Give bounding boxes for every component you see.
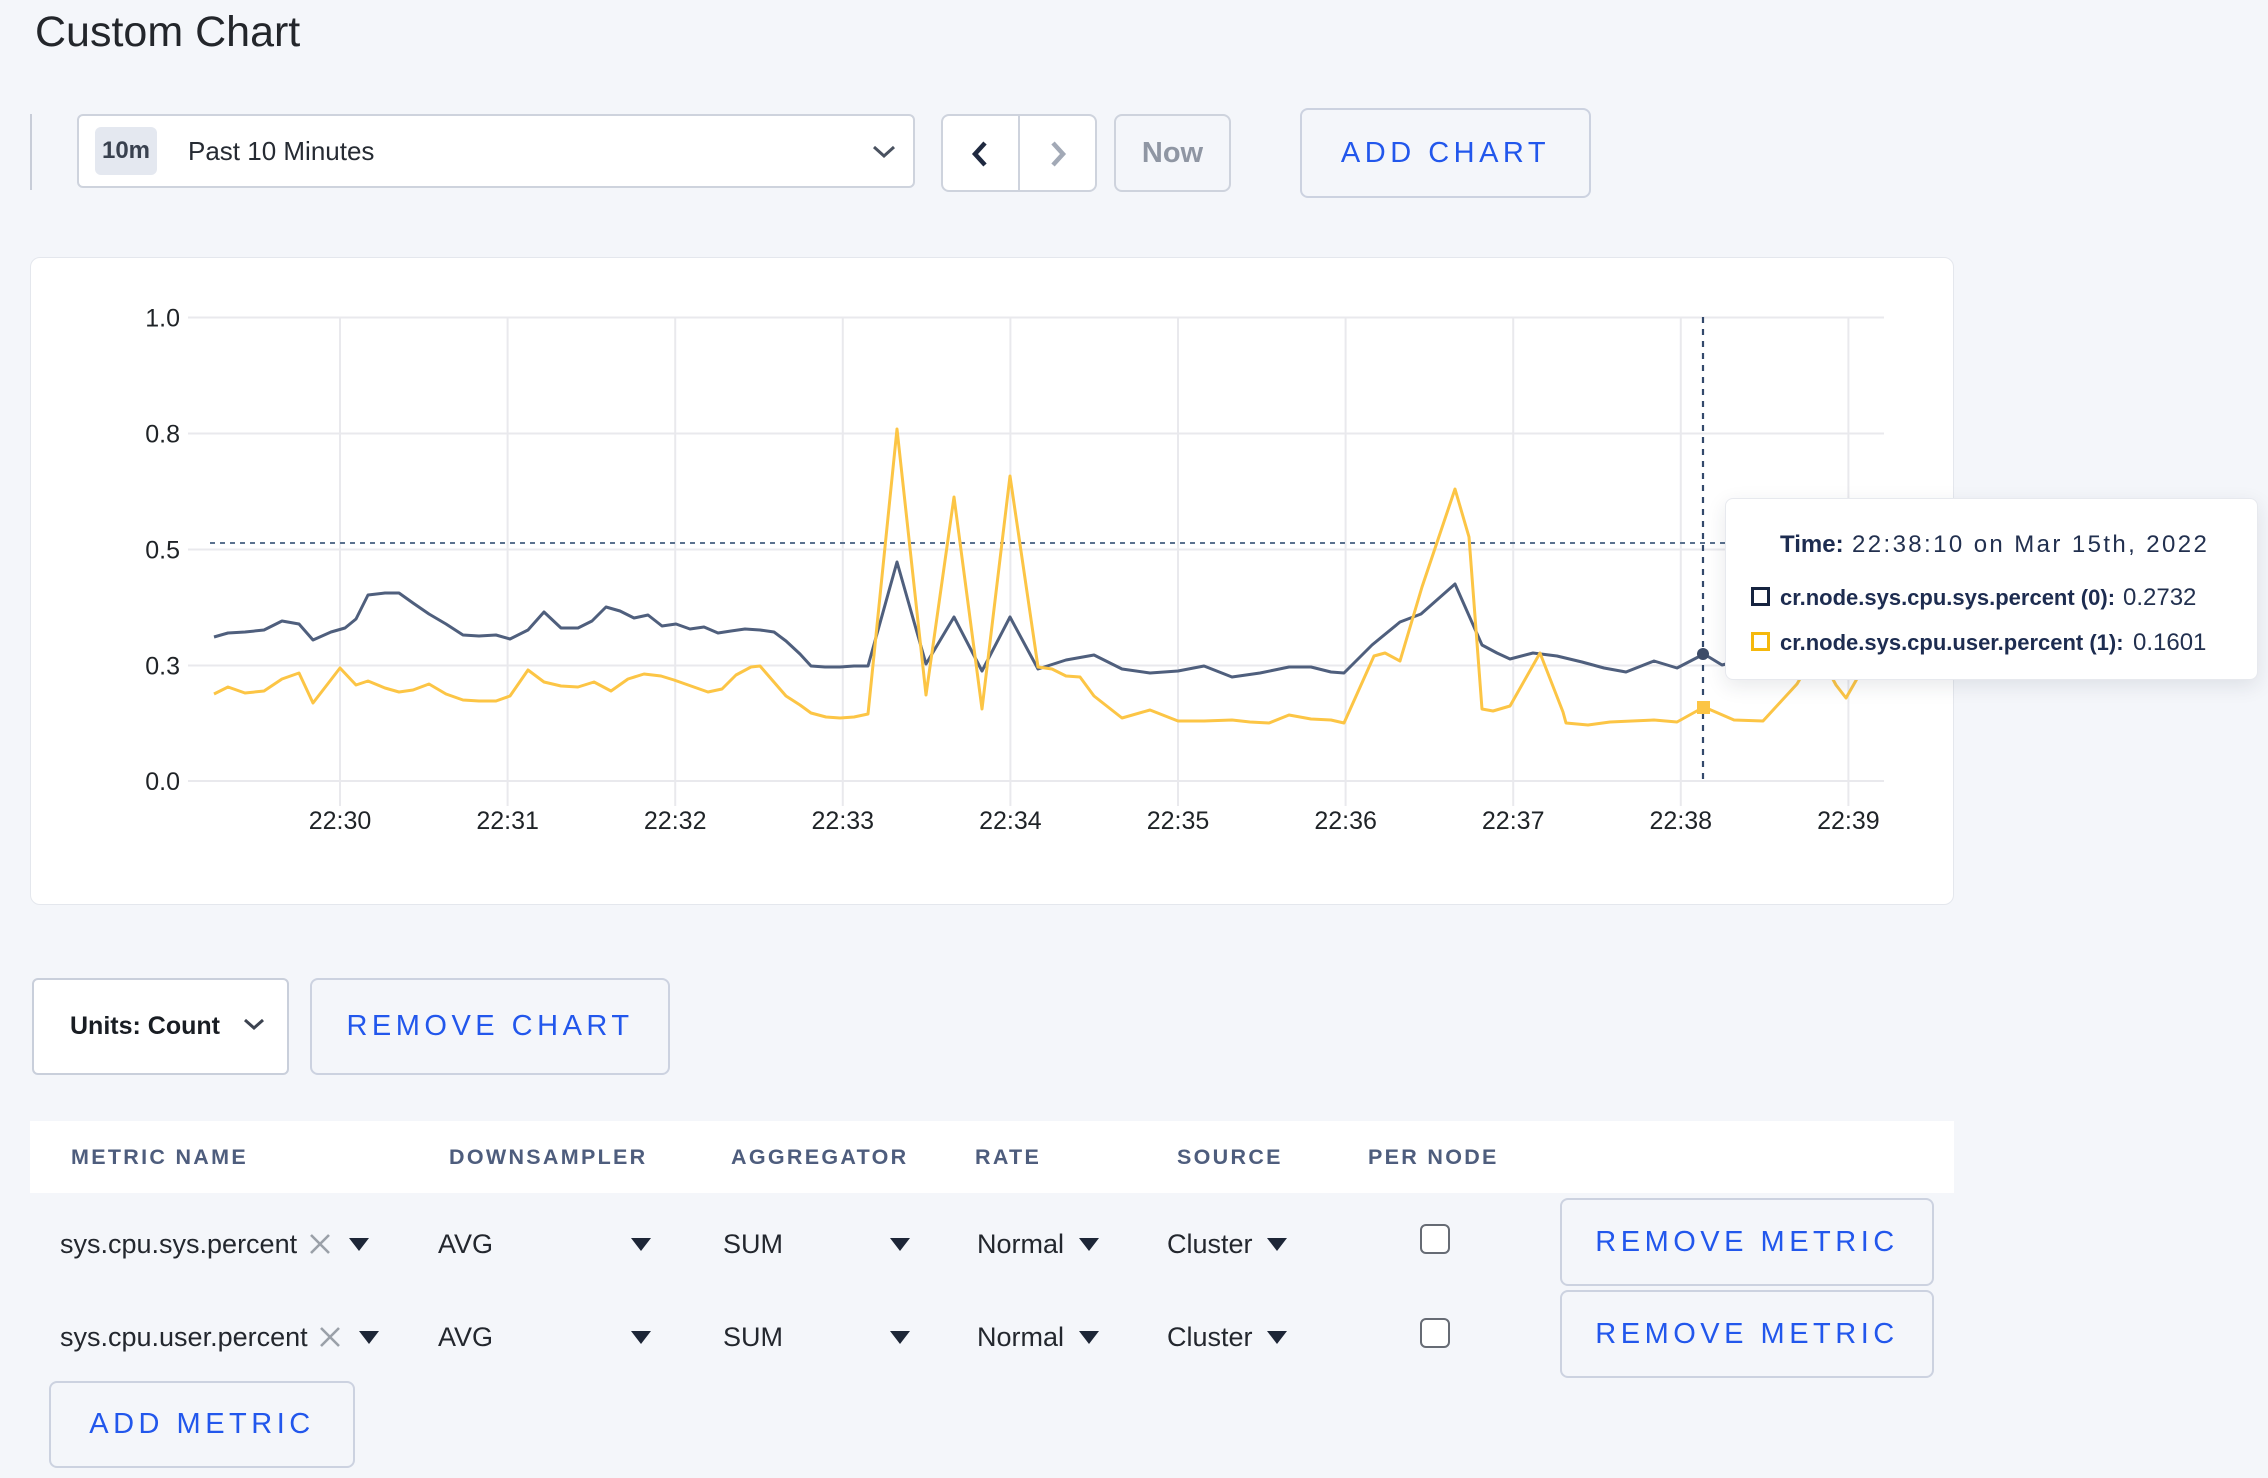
svg-text:22:38: 22:38 — [1650, 807, 1713, 835]
svg-text:22:31: 22:31 — [476, 807, 539, 835]
svg-text:22:33: 22:33 — [812, 807, 875, 835]
svg-text:22:39: 22:39 — [1817, 807, 1880, 835]
svg-text:22:32: 22:32 — [644, 807, 707, 835]
svg-text:22:36: 22:36 — [1314, 807, 1377, 835]
svg-text:22:34: 22:34 — [979, 807, 1042, 835]
svg-text:22:35: 22:35 — [1147, 807, 1210, 835]
svg-text:0.8: 0.8 — [145, 421, 180, 449]
svg-text:1.0: 1.0 — [145, 305, 180, 333]
svg-text:22:37: 22:37 — [1482, 807, 1545, 835]
svg-text:0.3: 0.3 — [145, 653, 180, 681]
svg-text:0.0: 0.0 — [145, 768, 180, 796]
svg-text:22:30: 22:30 — [309, 807, 372, 835]
svg-text:0.5: 0.5 — [145, 537, 180, 565]
